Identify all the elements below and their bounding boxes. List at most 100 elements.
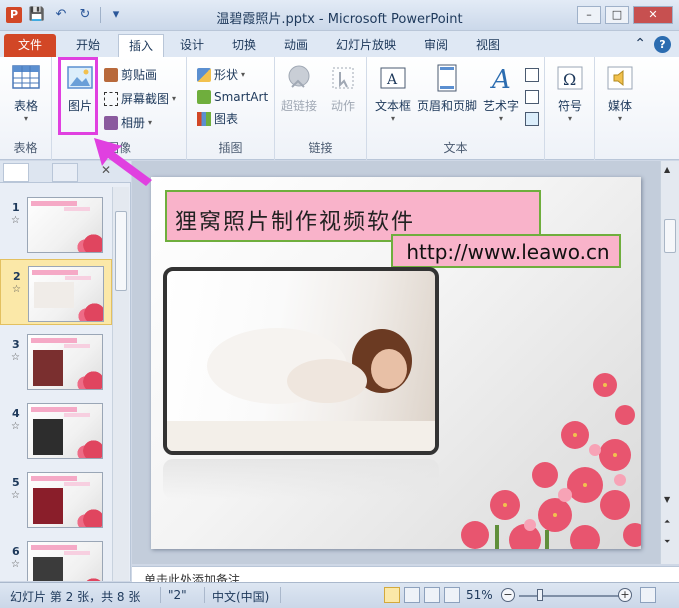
slide-preview <box>27 403 103 459</box>
slides-panel: ✕ 1 ☆ 2 ☆ 3 ☆ 4 ☆ 5 ☆ 6 ☆ <box>0 161 131 581</box>
slide-thumbnail[interactable]: 4 ☆ <box>0 397 112 463</box>
slide-number: 3 <box>12 338 20 351</box>
clipart-button[interactable]: 剪贴画 <box>104 65 157 85</box>
textbox-button[interactable]: A 文本框 ▾ <box>371 63 415 123</box>
minimize-ribbon-icon[interactable]: ⌃ <box>634 36 646 53</box>
tab-slideshow[interactable]: 幻灯片放映 <box>326 34 406 57</box>
group-label-text: 文本 <box>443 141 468 155</box>
chart-label: 图表 <box>214 112 239 126</box>
slide-thumbnail[interactable]: 1 ☆ <box>0 191 112 257</box>
slide-preview <box>27 472 103 528</box>
slide-thumbnail[interactable]: 6 ☆ <box>0 535 112 581</box>
tab-slides-view[interactable] <box>3 163 29 182</box>
tab-file[interactable]: 文件 <box>4 34 56 57</box>
photo-image <box>167 328 435 451</box>
slide-url-box[interactable]: http://www.leawo.cn <box>391 234 621 268</box>
group-media: 媒体 ▾ <box>595 57 645 160</box>
language-status[interactable]: 中文(中国) <box>212 588 269 605</box>
star-icon: ☆ <box>11 559 20 570</box>
thumbnails-scrollbar[interactable] <box>112 187 129 581</box>
tab-review[interactable]: 审阅 <box>414 34 458 57</box>
header-footer-label: 页眉和页脚 <box>417 99 478 113</box>
photo-album-button[interactable]: 相册 ▾ <box>104 113 152 133</box>
shapes-button[interactable]: 形状 ▾ <box>197 65 245 85</box>
symbol-button[interactable]: Ω 符号 ▾ <box>548 63 592 123</box>
reading-view-button[interactable] <box>424 587 440 603</box>
star-icon: ☆ <box>11 490 20 501</box>
ribbon-right-controls: ⌃ ? <box>634 36 671 53</box>
tab-view[interactable]: 视图 <box>466 34 510 57</box>
tab-animations[interactable]: 动画 <box>274 34 318 57</box>
zoom-out-button[interactable]: − <box>501 588 515 602</box>
slide-thumbnails: 1 ☆ 2 ☆ 3 ☆ 4 ☆ 5 ☆ 6 ☆ <box>0 187 112 581</box>
star-icon: ☆ <box>11 421 20 432</box>
slideshow-view-button[interactable] <box>444 587 460 603</box>
editing-scrollbar[interactable]: ▲ ▼ ⏶ ⏷ <box>660 161 679 564</box>
wordart-button[interactable]: A 艺术字 ▾ <box>479 63 523 123</box>
tab-insert[interactable]: 插入 <box>118 34 165 57</box>
tab-home[interactable]: 开始 <box>66 34 110 57</box>
close-button[interactable]: ✕ <box>633 6 673 24</box>
chevron-down-icon: ▾ <box>172 94 177 103</box>
theme-status[interactable]: "2" <box>168 588 187 602</box>
slide-editing-area: 狸窝照片制作视频软件 http://www.leawo.cn <box>132 161 660 564</box>
tab-transitions[interactable]: 切换 <box>222 34 266 57</box>
media-button[interactable]: 媒体 ▾ <box>598 63 642 123</box>
slide-number-button[interactable] <box>525 87 539 107</box>
slide-number-icon <box>525 90 539 104</box>
slide-photo[interactable] <box>163 267 439 455</box>
notes-pane[interactable]: 单击此处添加备注 <box>132 566 679 587</box>
photo-album-icon <box>104 116 118 130</box>
previous-slide-icon[interactable]: ⏶ <box>664 517 670 527</box>
star-icon: ☆ <box>11 215 20 226</box>
zoom-slider-knob[interactable] <box>537 589 543 601</box>
slide-number: 5 <box>12 476 20 489</box>
chevron-down-icon: ▾ <box>148 118 153 127</box>
omega-icon: Ω <box>557 66 583 90</box>
group-links: 超链接 动作 链接 <box>275 57 367 160</box>
slide-preview <box>27 197 103 253</box>
table-button[interactable]: 表格 ▾ <box>4 63 48 123</box>
minimize-button[interactable]: – <box>577 6 601 24</box>
scroll-down-icon[interactable]: ▼ <box>664 495 670 504</box>
group-tables: 表格 ▾ 表格 <box>0 57 52 160</box>
zoom-slider-track[interactable] <box>519 595 619 597</box>
help-icon[interactable]: ? <box>654 36 671 53</box>
date-time-button[interactable] <box>525 65 539 85</box>
slide-sorter-button[interactable] <box>404 587 420 603</box>
next-slide-icon[interactable]: ⏷ <box>664 537 670 547</box>
group-label-links: 链接 <box>308 141 333 155</box>
normal-view-button[interactable] <box>384 587 400 603</box>
screenshot-button[interactable]: 屏幕截图 ▾ <box>104 89 176 109</box>
svg-text:Ω: Ω <box>563 70 576 89</box>
slide-thumbnail[interactable]: 2 ☆ <box>0 259 112 325</box>
tab-design[interactable]: 设计 <box>170 34 214 57</box>
scroll-up-icon[interactable]: ▲ <box>664 165 670 174</box>
scrollbar-thumb[interactable] <box>664 219 676 253</box>
slide-preview <box>28 266 104 322</box>
object-button[interactable] <box>525 109 539 129</box>
fit-to-window-button[interactable] <box>640 587 656 603</box>
chevron-down-icon: ▾ <box>390 114 395 123</box>
slide-thumbnail[interactable]: 5 ☆ <box>0 466 112 532</box>
ribbon-tabs: 文件 开始 插入 设计 切换 动画 幻灯片放映 审阅 视图 <box>0 31 679 57</box>
svg-text:A: A <box>490 65 511 93</box>
zoom-level[interactable]: 51% <box>466 588 493 602</box>
status-separator <box>280 587 281 603</box>
hyperlink-button[interactable]: 超链接 <box>277 63 321 114</box>
status-bar: 幻灯片 第 2 张，共 8 张 "2" 中文(中国) 51% − + <box>0 582 679 608</box>
header-footer-button[interactable]: 页眉和页脚 <box>417 63 477 114</box>
smartart-button[interactable]: SmartArt <box>197 87 268 107</box>
tab-outline-view[interactable] <box>52 163 78 182</box>
smartart-label: SmartArt <box>214 90 269 104</box>
chevron-down-icon: ▾ <box>23 114 28 123</box>
action-button[interactable]: 动作 <box>321 63 365 114</box>
slide-thumbnail[interactable]: 3 ☆ <box>0 328 112 394</box>
zoom-in-button[interactable]: + <box>618 588 632 602</box>
current-slide[interactable]: 狸窝照片制作视频软件 http://www.leawo.cn <box>151 177 641 549</box>
scrollbar-thumb[interactable] <box>115 211 127 291</box>
maximize-button[interactable]: □ <box>605 6 629 24</box>
chart-button[interactable]: 图表 <box>197 109 238 129</box>
slide-number: 1 <box>12 201 20 214</box>
chart-icon <box>197 112 211 126</box>
